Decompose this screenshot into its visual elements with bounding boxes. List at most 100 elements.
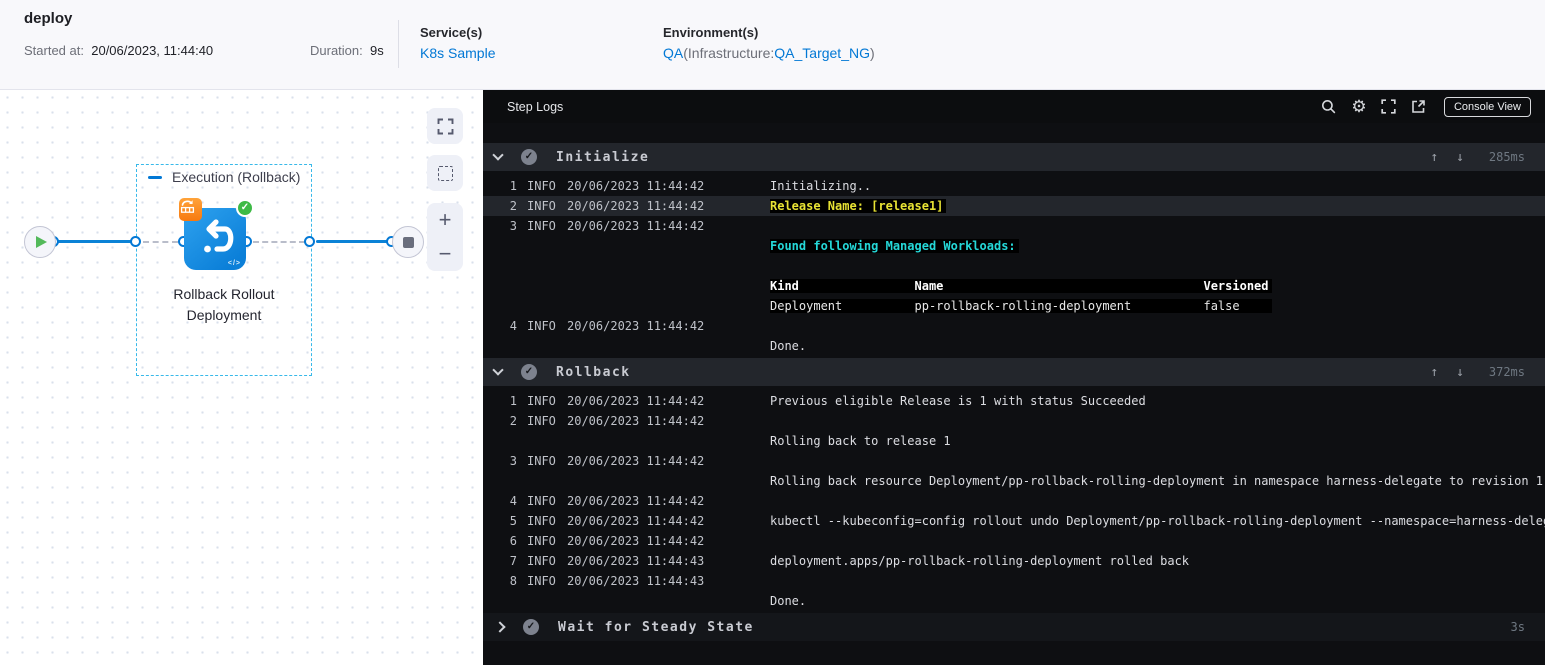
log-line-number: 1	[509, 394, 517, 408]
edge-dashed-right	[253, 241, 305, 243]
section-duration: 285ms	[1488, 150, 1525, 164]
log-message	[770, 411, 1545, 431]
log-timestamp	[567, 431, 707, 451]
section-header-wait-for-steady-state[interactable]: Wait for Steady State 3s	[483, 613, 1545, 641]
log-message: Found following Managed Workloads:	[770, 236, 1545, 256]
log-level	[527, 336, 567, 356]
duration-label: Duration:	[310, 43, 363, 58]
log-timestamp: 20/06/2023 11:44:42	[567, 179, 705, 193]
zoom-out-button[interactable]: −	[439, 243, 452, 265]
console-title: Step Logs	[507, 99, 564, 114]
log-line-number	[487, 471, 517, 491]
section-header-rollback[interactable]: Rollback 372ms	[483, 358, 1545, 386]
log-level	[527, 236, 567, 256]
execution-group-title: Execution (Rollback)	[172, 169, 301, 185]
end-node	[392, 226, 424, 258]
log-row: 3 INFO 20/06/2023 11:44:42	[483, 451, 1545, 471]
log-timestamp	[567, 591, 707, 611]
log-message	[770, 216, 1545, 236]
collapse-minus-icon[interactable]	[148, 175, 162, 179]
log-timestamp: 20/06/2023 11:44:42	[567, 534, 705, 548]
log-line-number: 8	[509, 574, 517, 588]
log-line-number: 3	[509, 219, 517, 233]
scroll-up-icon[interactable]	[1421, 150, 1447, 165]
log-message	[770, 451, 1545, 471]
log-level	[527, 276, 567, 296]
scroll-up-icon[interactable]	[1421, 365, 1447, 380]
zoom-in-button[interactable]: +	[439, 209, 452, 231]
step-success-check-icon	[521, 149, 537, 165]
log-message	[770, 316, 1545, 336]
execution-group-label: Execution (Rollback)	[148, 165, 300, 189]
stop-square-icon	[402, 236, 414, 248]
header-divider	[398, 20, 399, 68]
log-timestamp: 20/06/2023 11:44:42	[567, 394, 705, 408]
duration: Duration: 9s	[310, 43, 384, 58]
log-line-number: 4	[509, 319, 517, 333]
environment-link-text[interactable]: QA	[663, 45, 683, 61]
open-in-new-icon[interactable]	[1404, 99, 1434, 114]
duration-value: 9s	[370, 43, 384, 58]
log-sections: Initialize 285ms 1 INFO 20/06/2023 11:44:42 I…	[483, 123, 1545, 665]
section-header-initialize[interactable]: Initialize 285ms	[483, 143, 1545, 171]
console-view-button[interactable]: Console View	[1443, 96, 1531, 117]
environment-plain-text: )	[869, 45, 875, 61]
log-line-number	[487, 336, 517, 356]
log-line-number: 2	[509, 199, 517, 213]
search-icon[interactable]	[1314, 99, 1344, 114]
service-link[interactable]: K8s Sample	[420, 45, 495, 61]
log-level: INFO	[527, 534, 556, 548]
marquee-select-icon	[437, 165, 453, 181]
section-duration: 3s	[1510, 620, 1525, 634]
log-timestamp: 20/06/2023 11:44:42	[567, 494, 705, 508]
log-message: kubectl --kubeconfig=config rollout undo…	[770, 511, 1545, 531]
start-play-icon	[36, 236, 47, 248]
step-node-rollback-rollout-deployment[interactable]: </>	[179, 198, 254, 270]
started-at-label: Started at:	[24, 43, 84, 58]
scroll-down-icon[interactable]	[1447, 365, 1473, 380]
environment-link[interactable]: QA(Infrastructure:QA_Target_NG)	[663, 45, 875, 61]
pipeline-canvas[interactable]: Execution (Rollback) </> ✓ Rollback Roll…	[0, 90, 483, 665]
log-row: Kind Name Versioned	[483, 276, 1545, 296]
log-message-text: Release Name: [release1]	[770, 199, 947, 213]
log-level	[527, 591, 567, 611]
log-timestamp: 20/06/2023 11:44:42	[567, 219, 705, 233]
log-row: 1 INFO 20/06/2023 11:44:42 Previous eligibl…	[483, 391, 1545, 411]
log-row: 2 INFO 20/06/2023 11:44:42	[483, 411, 1545, 431]
log-row: 1 INFO 20/06/2023 11:44:42 Initializing..	[483, 176, 1545, 196]
zoom-controls: + −	[427, 203, 463, 271]
log-message-text: kubectl --kubeconfig=config rollout undo…	[770, 514, 1545, 528]
console-toolbar: Step Logs ⚙ Console View	[483, 90, 1545, 123]
section-rows-initialize: 1 INFO 20/06/2023 11:44:42 Initializing.. 2 I…	[483, 176, 1545, 356]
step-node-label: Rollback Rollout Deployment	[173, 286, 275, 323]
step-success-check-icon	[521, 364, 537, 380]
log-message-text: Done.	[770, 594, 807, 608]
log-line-number: 4	[509, 494, 517, 508]
started-at: Started at: 20/06/2023, 11:44:40	[24, 43, 213, 58]
execution-header: deploy Started at: 20/06/2023, 11:44:40 …	[0, 0, 1545, 90]
log-message: Previous eligible Release is 1 with stat…	[770, 391, 1545, 411]
marquee-select-button[interactable]	[427, 155, 463, 191]
success-check-icon	[236, 199, 254, 217]
log-row: Done.	[483, 336, 1545, 356]
fit-view-button[interactable]	[427, 108, 463, 144]
log-message: Initializing..	[770, 176, 1545, 196]
log-message: deployment.apps/pp-rollback-rolling-depl…	[770, 551, 1545, 571]
scroll-down-icon[interactable]	[1447, 150, 1473, 165]
edge-end	[316, 240, 389, 243]
log-timestamp: 20/06/2023 11:44:42	[567, 414, 705, 428]
chevron-down-icon[interactable]	[492, 364, 504, 376]
log-message-text: Previous eligible Release is 1 with stat…	[770, 394, 1146, 408]
environment-link-text[interactable]: QA_Target_NG	[774, 45, 870, 61]
chevron-right-icon[interactable]	[494, 621, 506, 633]
chevron-down-icon[interactable]	[492, 149, 504, 161]
log-level: INFO	[527, 454, 556, 468]
settings-gear-icon[interactable]: ⚙	[1344, 98, 1374, 115]
fullscreen-icon[interactable]	[1374, 99, 1404, 114]
log-message-text: Rolling back resource Deployment/pp-roll…	[770, 474, 1544, 488]
log-row: Rolling back resource Deployment/pp-roll…	[483, 471, 1545, 491]
log-level: INFO	[527, 494, 556, 508]
page-title: deploy	[24, 10, 73, 27]
section-duration: 372ms	[1488, 365, 1525, 379]
log-level: INFO	[527, 199, 556, 213]
